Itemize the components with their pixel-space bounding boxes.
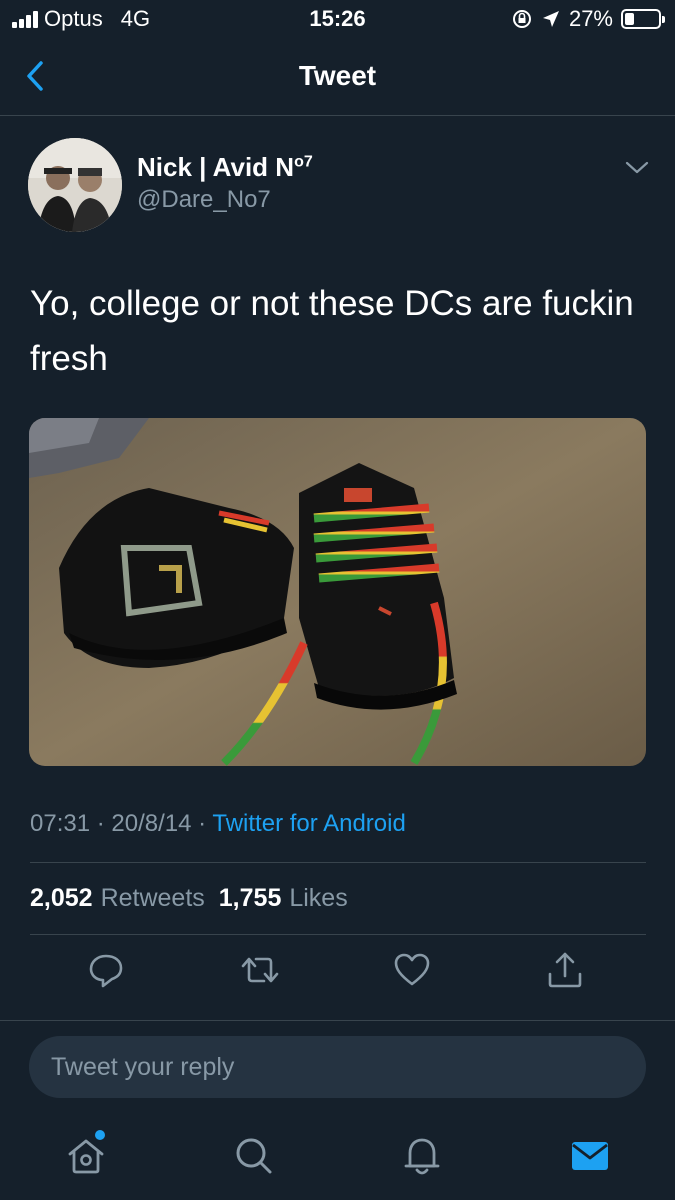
retweet-icon[interactable] [240,950,280,990]
battery-icon [621,9,665,29]
shoes-photo [29,418,646,766]
meta-separator: · [198,810,207,837]
battery-percent: 27% [568,6,613,31]
tweet-date: 20/8/14 [111,810,192,837]
like-icon[interactable] [392,950,432,990]
reply-input[interactable] [29,1036,646,1098]
share-icon[interactable] [545,950,585,990]
tweet-text: Yo, college or not these DCs are fuckin … [30,284,634,378]
new-content-dot [95,1130,105,1140]
likes-label: Likes [289,884,348,912]
top-nav-bar: Tweet [0,40,675,116]
search-icon[interactable] [232,1134,276,1178]
divider [0,1020,675,1021]
messages-icon[interactable] [568,1134,612,1178]
chevron-down-icon[interactable] [624,158,650,178]
page-title: Tweet [298,60,377,91]
tweet-meta: 07:31 · 20/8/14 · Twitter for Android [30,810,406,838]
retweets-count: 2,052 [30,884,93,912]
status-right: 27% [511,6,665,32]
retweets-stat[interactable]: 2,052 Retweets [30,884,205,913]
display-name[interactable]: Nick | Avid No7 [137,152,313,183]
likes-count: 1,755 [218,884,282,912]
avatar[interactable] [28,138,122,232]
notifications-icon[interactable] [400,1134,444,1178]
orientation-lock-icon [512,10,531,28]
tweet-source-link[interactable]: Twitter for Android [212,810,405,837]
status-bar: Optus 4G 15:26 27% [0,0,675,40]
divider [30,862,646,863]
display-name-superscript: o7 [294,153,313,171]
tweet-stats: 2,052 Retweets 1,755 Likes [30,884,348,913]
avatar-photo [28,138,122,232]
likes-stat[interactable]: 1,755 Likes [219,884,348,913]
location-arrow-icon [542,11,559,27]
battery-fill [625,13,634,25]
tweet-actions [0,950,675,1000]
tweet-photo[interactable] [29,418,646,766]
tweet-time: 07:31 [30,810,91,837]
retweets-label: Retweets [100,884,205,912]
reply-icon[interactable] [86,950,126,990]
display-name-text: Nick | Avid N [137,152,295,182]
user-handle[interactable]: @Dare_No7 [137,186,271,214]
reply-box[interactable] [29,1036,646,1098]
home-icon[interactable] [64,1134,108,1178]
divider [30,934,646,935]
meta-separator: · [96,810,105,837]
